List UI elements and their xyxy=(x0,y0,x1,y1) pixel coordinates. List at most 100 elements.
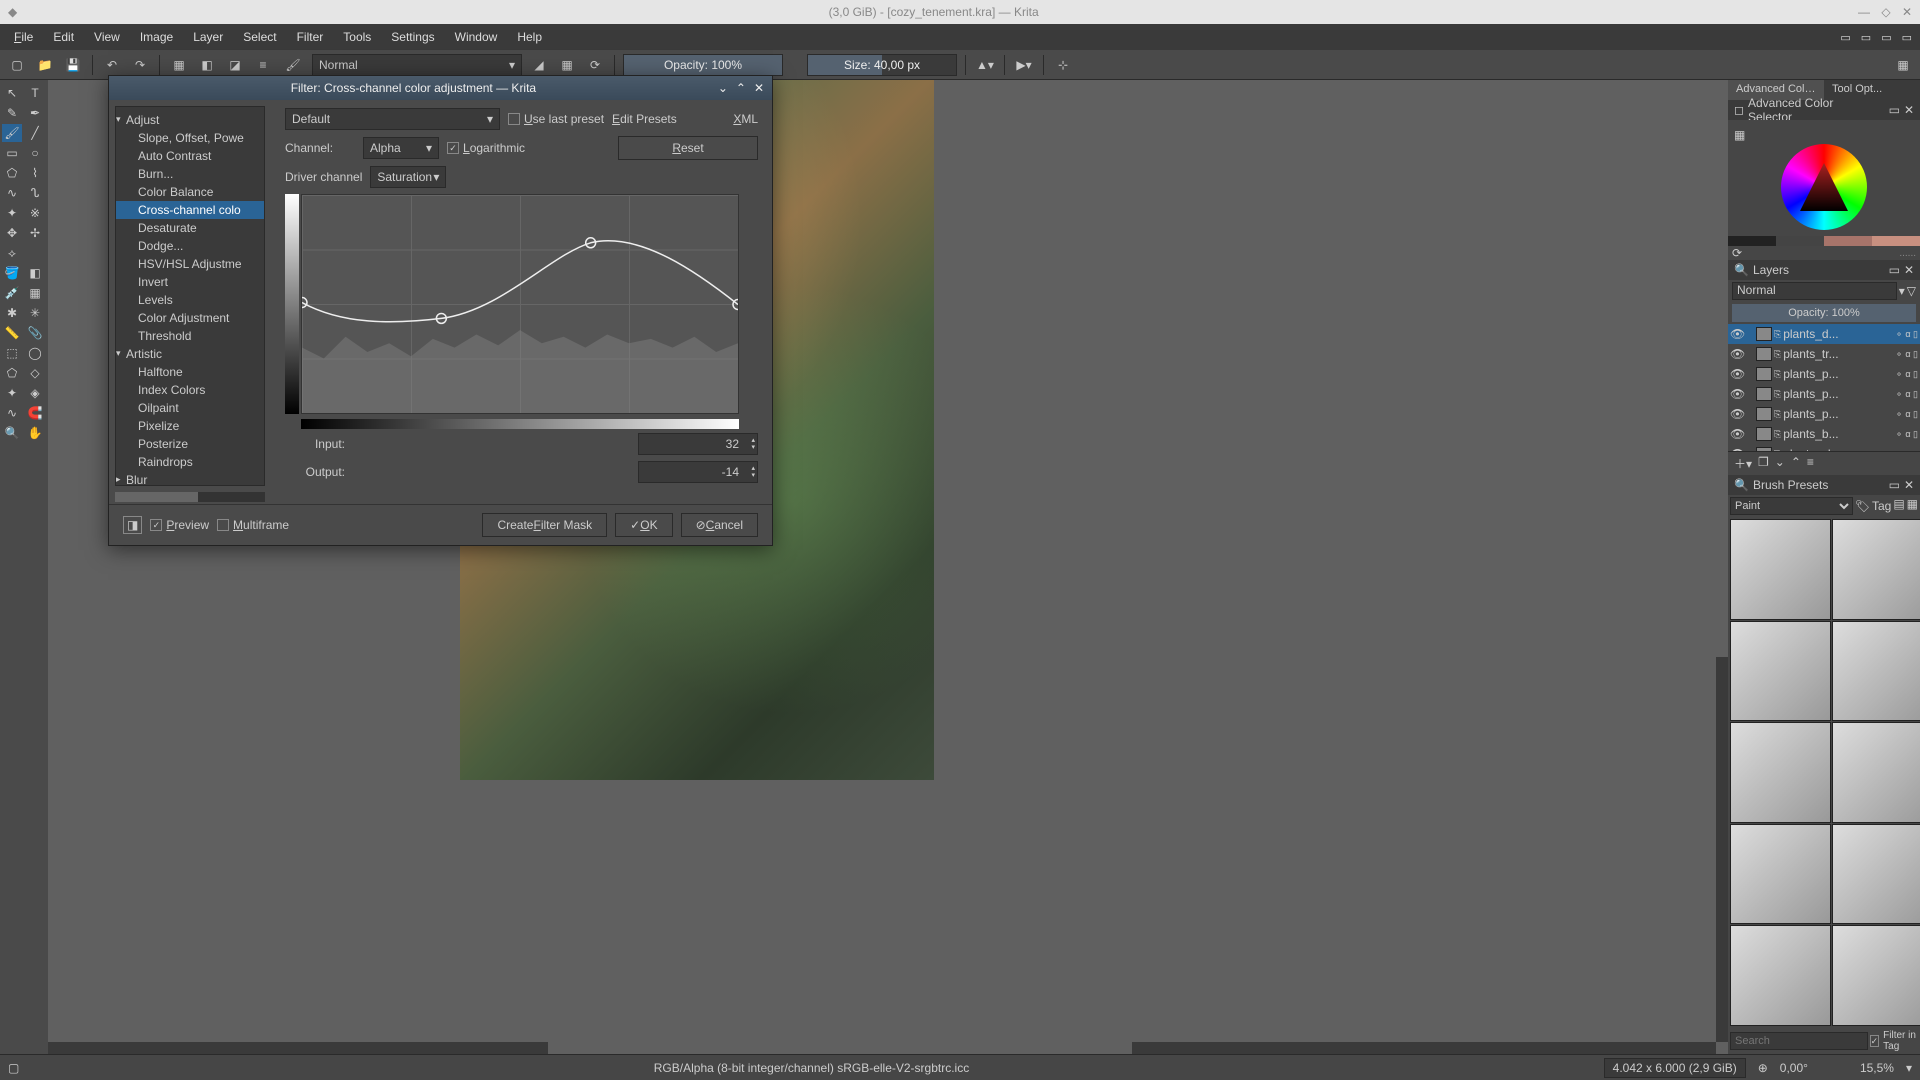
tool-pattern[interactable]: ▦ xyxy=(25,284,45,302)
visibility-icon[interactable]: 👁 xyxy=(1730,407,1744,421)
tool-dyna[interactable]: ✦ xyxy=(2,204,22,222)
tool-polyline[interactable]: ⌇ xyxy=(25,164,45,182)
tool-measure[interactable]: 📏 xyxy=(2,324,22,342)
brush-preset[interactable] xyxy=(1730,925,1831,1026)
tool-brush[interactable]: 🖌 xyxy=(2,124,22,142)
ws-icon[interactable]: ▭ xyxy=(1898,29,1916,46)
menu-settings[interactable]: Settings xyxy=(381,27,444,47)
driver-select[interactable]: Saturation▾ xyxy=(370,166,446,188)
tag-icon[interactable]: 🏷 xyxy=(1855,499,1870,513)
brush-preset[interactable] xyxy=(1730,824,1831,925)
tree-item[interactable]: Color Balance xyxy=(116,183,264,201)
gradient-icon[interactable]: ◧ xyxy=(196,54,218,76)
tool-bezier[interactable]: ∿ xyxy=(2,184,22,202)
dialog-titlebar[interactable]: Filter: Cross-channel color adjustment —… xyxy=(109,76,772,100)
undo-icon[interactable]: ↶ xyxy=(101,54,123,76)
brush-preset[interactable] xyxy=(1730,519,1831,620)
tree-cat-blur[interactable]: Blur xyxy=(116,471,264,486)
ws-icon[interactable]: ▭ xyxy=(1857,29,1875,46)
close-panel-icon[interactable]: ✕ xyxy=(1904,478,1914,492)
tree-item[interactable]: Posterize xyxy=(116,435,264,453)
tool-pan[interactable]: ✋ xyxy=(25,424,45,442)
float-icon[interactable]: ▭ xyxy=(1889,103,1900,117)
ok-button[interactable]: ✓ OK xyxy=(615,513,672,537)
menu-select[interactable]: Select xyxy=(233,27,286,47)
tool-sel-rect[interactable]: ⬚ xyxy=(2,344,22,362)
tool-calligraphy[interactable]: ✒ xyxy=(25,104,45,122)
preset-select[interactable]: Default▾ xyxy=(285,108,500,130)
tool-gradient[interactable]: ◧ xyxy=(25,264,45,282)
tree-item[interactable]: Pixelize xyxy=(116,417,264,435)
output-spinbox[interactable]: -14 xyxy=(638,461,758,483)
tool-sel-poly[interactable]: ◇ xyxy=(25,364,45,382)
eraser-icon[interactable]: ◢ xyxy=(528,54,550,76)
tree-cat-adjust[interactable]: Adjust xyxy=(116,111,264,129)
brush-preset[interactable] xyxy=(1832,621,1920,722)
menu-filter[interactable]: Filter xyxy=(287,27,334,47)
tool-sel-magnetic[interactable]: 🧲 xyxy=(25,404,45,422)
tree-item[interactable]: Threshold xyxy=(116,327,264,345)
multiframe-checkbox[interactable]: Multiframe xyxy=(217,518,289,532)
chevron-down-icon[interactable]: ▾ xyxy=(1899,284,1905,298)
tool-multi[interactable]: ※ xyxy=(25,204,45,222)
layer-name[interactable]: plants_tr... xyxy=(1783,347,1893,361)
tool-fill[interactable]: 🪣 xyxy=(2,264,22,282)
tree-item[interactable]: Color Adjustment xyxy=(116,309,264,327)
brush-preset[interactable] xyxy=(1832,925,1920,1026)
ws-icon[interactable]: ▭ xyxy=(1877,29,1895,46)
blend-mode-select[interactable]: Normal▾ xyxy=(312,54,522,76)
cancel-button[interactable]: ⊘ Cancel xyxy=(681,513,758,537)
view-icon[interactable]: ▦ xyxy=(1907,497,1918,515)
properties-icon[interactable]: ≡ xyxy=(1807,455,1814,472)
fg-bg-icon[interactable]: ≡ xyxy=(252,54,274,76)
xml-link[interactable]: XML xyxy=(733,112,758,126)
tool-edit-shapes[interactable]: ✎ xyxy=(2,104,22,122)
tool-ref[interactable]: 📎 xyxy=(25,324,45,342)
brush-preset[interactable] xyxy=(1832,824,1920,925)
layer-row[interactable]: 👁⎘plants_b...⚬ α ▯ xyxy=(1728,424,1920,444)
curve-editor[interactable] xyxy=(285,194,740,429)
tool-polygon[interactable]: ⬠ xyxy=(2,164,22,182)
use-last-preset-checkbox[interactable]: Use last preset xyxy=(508,112,604,126)
tool-sel-ellipse[interactable]: ◯ xyxy=(25,344,45,362)
color-swap-icon[interactable]: ◪ xyxy=(224,54,246,76)
move-up-icon[interactable]: ⌃ xyxy=(1791,455,1801,472)
close-panel-icon[interactable]: ✕ xyxy=(1904,263,1914,277)
filter-in-tag-checkbox[interactable]: ✓Filter in Tag xyxy=(1870,1030,1918,1052)
redo-icon[interactable]: ↷ xyxy=(129,54,151,76)
filter-icon[interactable]: ▽ xyxy=(1907,284,1916,298)
layer-name[interactable]: plants_p... xyxy=(1783,367,1893,381)
reset-button[interactable]: Reset xyxy=(618,136,758,160)
search-icon[interactable]: 🔍 xyxy=(1734,263,1749,277)
tree-item[interactable]: Auto Contrast xyxy=(116,147,264,165)
tool-smart-patch[interactable]: ✱ xyxy=(2,304,22,322)
tool-ellipse[interactable]: ○ xyxy=(25,144,45,162)
menu-window[interactable]: Window xyxy=(445,27,508,47)
menu-edit[interactable]: Edit xyxy=(43,27,84,47)
minimize-icon[interactable]: — xyxy=(1858,5,1870,19)
tree-item[interactable]: Cross-channel colo xyxy=(116,201,264,219)
visibility-icon[interactable]: 👁 xyxy=(1730,327,1744,341)
selection-icon[interactable]: ▢ xyxy=(8,1061,19,1075)
visibility-icon[interactable]: 👁 xyxy=(1730,347,1744,361)
tree-item[interactable]: Dodge... xyxy=(116,237,264,255)
open-file-icon[interactable]: 📁 xyxy=(34,54,56,76)
brush-category-select[interactable]: Paint xyxy=(1730,497,1853,515)
tree-item[interactable]: Oilpaint xyxy=(116,399,264,417)
brush-preset[interactable] xyxy=(1832,722,1920,823)
layer-row[interactable]: 👁⎘plants_p...⚬ α ▯ xyxy=(1728,364,1920,384)
link-icon[interactable]: ⎘ xyxy=(1774,409,1781,420)
layer-row[interactable]: 👁⎘plants_p...⚬ α ▯ xyxy=(1728,384,1920,404)
edit-presets-link[interactable]: Edit Presets xyxy=(612,112,677,126)
layer-opacity-slider[interactable]: Opacity: 100% xyxy=(1732,304,1916,322)
layer-row[interactable]: 👁⎘plants_p...⚬ α ▯ xyxy=(1728,404,1920,424)
close-panel-icon[interactable]: ✕ xyxy=(1904,103,1914,117)
grid-icon[interactable]: ▦ xyxy=(1734,128,1745,142)
target-icon[interactable]: ⊕ xyxy=(1758,1061,1768,1075)
maximize-icon[interactable]: ⌃ xyxy=(736,81,746,95)
tree-cat-artistic[interactable]: Artistic xyxy=(116,345,264,363)
tree-item[interactable]: Slope, Offset, Powe xyxy=(116,129,264,147)
brush-icon[interactable]: 🖌 xyxy=(280,54,306,76)
layer-row[interactable]: 👁⎘plants_sh...⚬ α ▯ xyxy=(1728,444,1920,451)
layer-name[interactable]: plants_p... xyxy=(1783,407,1893,421)
